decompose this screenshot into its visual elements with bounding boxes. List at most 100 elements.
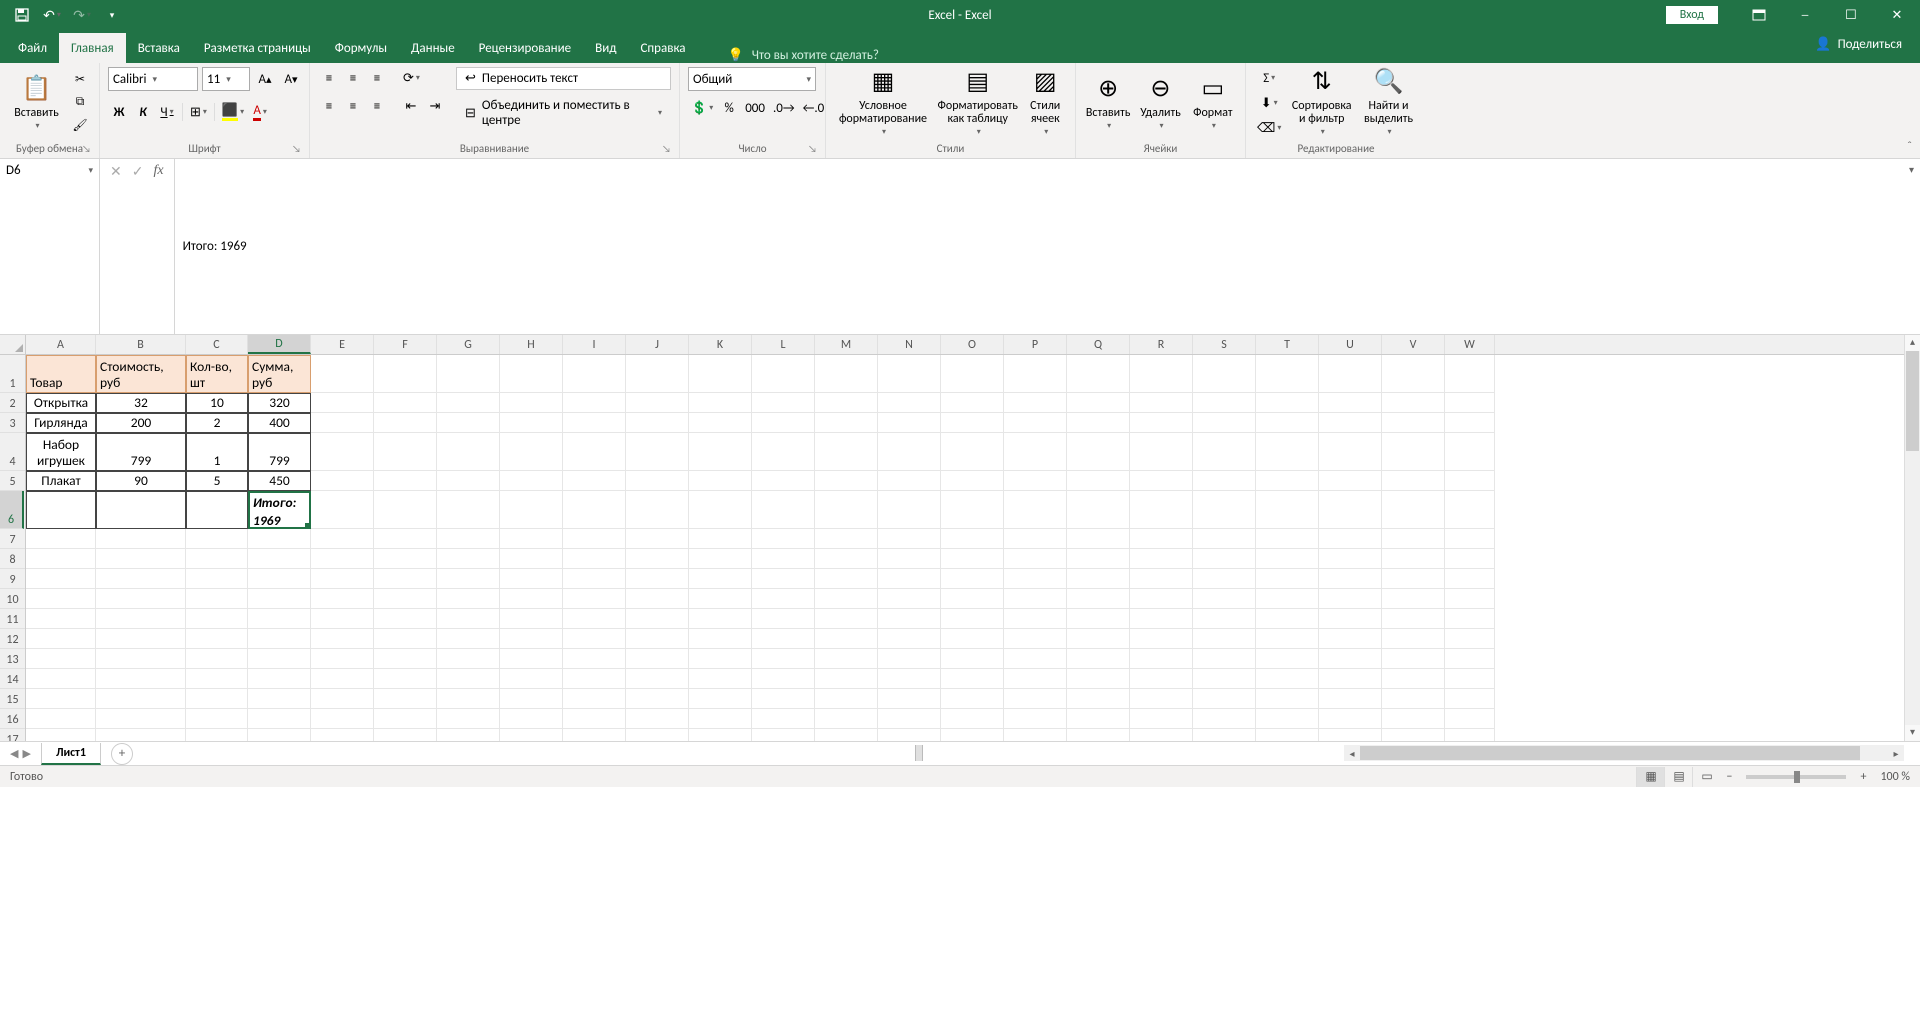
cell[interactable]	[500, 549, 563, 569]
undo-icon[interactable]: ↶▾	[42, 5, 62, 25]
cell[interactable]	[186, 569, 248, 589]
cell[interactable]	[878, 549, 941, 569]
cell[interactable]	[941, 689, 1004, 709]
column-header[interactable]: V	[1382, 335, 1445, 354]
increase-indent-icon[interactable]: ⇥	[424, 95, 446, 117]
cell[interactable]	[1193, 393, 1256, 413]
cell[interactable]	[1130, 471, 1193, 491]
cell[interactable]	[1130, 729, 1193, 741]
cell[interactable]	[1067, 629, 1130, 649]
cell[interactable]	[941, 609, 1004, 629]
cell[interactable]	[941, 491, 1004, 529]
format-as-table-button[interactable]: ▤ Форматировать как таблицу▾	[936, 67, 1019, 137]
orientation-icon[interactable]: ⟳▾	[400, 67, 423, 89]
cell[interactable]	[1004, 569, 1067, 589]
cell[interactable]: Стоимость, руб	[96, 355, 186, 393]
cell[interactable]	[1193, 433, 1256, 471]
cell[interactable]	[815, 609, 878, 629]
cell[interactable]	[1256, 649, 1319, 669]
cell[interactable]	[1382, 609, 1445, 629]
cell[interactable]: 200	[96, 413, 186, 433]
cell[interactable]	[689, 689, 752, 709]
number-format-combo[interactable]: Общий▾	[688, 67, 816, 91]
cell[interactable]	[1130, 689, 1193, 709]
cell[interactable]	[26, 491, 96, 529]
tab-insert[interactable]: Вставка	[126, 33, 192, 63]
cell[interactable]	[1256, 393, 1319, 413]
cell[interactable]	[437, 689, 500, 709]
cell[interactable]	[437, 491, 500, 529]
cell[interactable]	[1193, 649, 1256, 669]
cell[interactable]	[500, 589, 563, 609]
row-header[interactable]: 15	[0, 689, 25, 709]
cell[interactable]	[26, 689, 96, 709]
cell[interactable]	[26, 529, 96, 549]
cell[interactable]	[186, 729, 248, 741]
cell[interactable]	[941, 709, 1004, 729]
tab-formulas[interactable]: Формулы	[323, 33, 399, 63]
tab-file[interactable]: Файл	[6, 33, 59, 63]
copy-icon[interactable]: ⧉	[69, 92, 91, 112]
scrollbar-thumb[interactable]	[1360, 746, 1860, 760]
cell[interactable]	[1445, 549, 1495, 569]
tab-help[interactable]: Справка	[628, 33, 697, 63]
cell[interactable]	[941, 669, 1004, 689]
cell[interactable]	[1067, 569, 1130, 589]
cell[interactable]	[941, 729, 1004, 741]
cell[interactable]	[1067, 589, 1130, 609]
column-header[interactable]: D	[248, 335, 311, 354]
cell[interactable]	[626, 629, 689, 649]
cell[interactable]	[500, 471, 563, 491]
name-box-input[interactable]	[0, 159, 82, 182]
cell[interactable]	[815, 689, 878, 709]
cell[interactable]	[626, 529, 689, 549]
cell[interactable]	[311, 589, 374, 609]
close-button[interactable]: ✕	[1874, 0, 1920, 30]
zoom-percent[interactable]: 100 %	[1872, 770, 1910, 784]
cell[interactable]	[1382, 589, 1445, 609]
cell[interactable]	[437, 589, 500, 609]
cell[interactable]	[1193, 529, 1256, 549]
cell[interactable]	[1382, 729, 1445, 741]
cell[interactable]	[186, 649, 248, 669]
cell[interactable]	[626, 729, 689, 741]
cell[interactable]	[1193, 709, 1256, 729]
scroll-down-icon[interactable]: ▾	[1905, 725, 1920, 741]
cell[interactable]	[1004, 689, 1067, 709]
cell[interactable]	[1319, 589, 1382, 609]
cell[interactable]	[248, 629, 311, 649]
cell[interactable]	[500, 393, 563, 413]
cell[interactable]	[311, 569, 374, 589]
cell[interactable]	[186, 491, 248, 529]
insert-cells-button[interactable]: ⊕Вставить▾	[1084, 67, 1132, 137]
cell[interactable]	[96, 649, 186, 669]
cell[interactable]	[1193, 471, 1256, 491]
fill-icon[interactable]: ⬇▾	[1254, 92, 1284, 114]
row-header[interactable]: 14	[0, 669, 25, 689]
cell[interactable]: Итого: 1969	[248, 491, 311, 529]
cell[interactable]	[563, 669, 626, 689]
name-box-dropdown-icon[interactable]: ▾	[82, 159, 99, 176]
cell[interactable]: 320	[248, 393, 311, 413]
cell[interactable]	[26, 629, 96, 649]
cell[interactable]	[437, 413, 500, 433]
cell[interactable]	[1193, 355, 1256, 393]
cell[interactable]	[563, 433, 626, 471]
tab-data[interactable]: Данные	[399, 33, 467, 63]
select-all-button[interactable]	[0, 335, 26, 355]
cell[interactable]	[374, 689, 437, 709]
cell[interactable]: 90	[96, 471, 186, 491]
cell[interactable]: 32	[96, 393, 186, 413]
cell[interactable]	[1319, 689, 1382, 709]
cell[interactable]	[500, 709, 563, 729]
cell[interactable]	[374, 529, 437, 549]
cell[interactable]	[500, 629, 563, 649]
cell[interactable]	[1382, 709, 1445, 729]
cell[interactable]	[437, 709, 500, 729]
cell-styles-button[interactable]: ▨ Стили ячеек▾	[1023, 67, 1067, 137]
cell[interactable]	[878, 355, 941, 393]
cell[interactable]	[1193, 569, 1256, 589]
scrollbar-thumb[interactable]	[1906, 351, 1919, 451]
column-header[interactable]: K	[689, 335, 752, 354]
cell[interactable]: 2	[186, 413, 248, 433]
